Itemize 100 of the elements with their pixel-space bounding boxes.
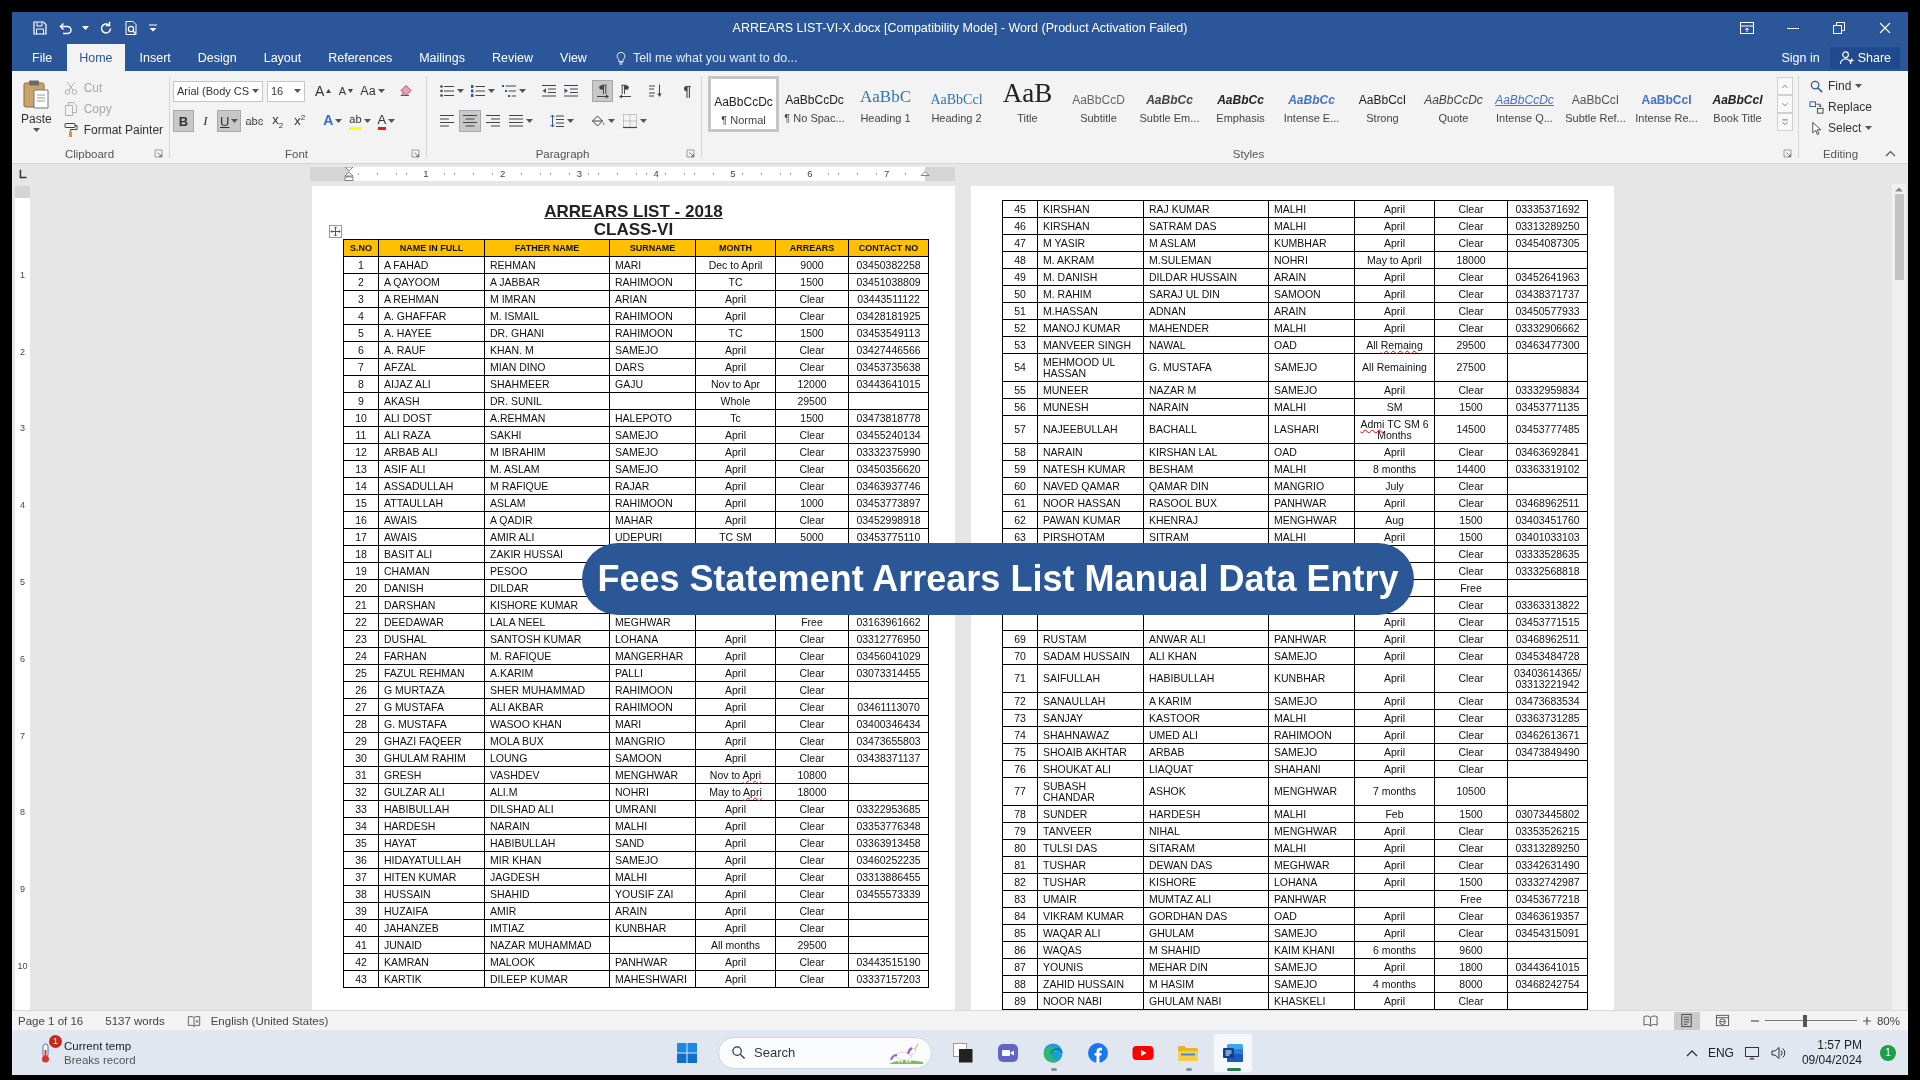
style-option[interactable]: AaBbC Heading 1	[850, 76, 921, 132]
copy-icon	[62, 101, 79, 117]
ribbon-tab[interactable]: File	[20, 44, 65, 71]
table-cell: RAHIMOON	[609, 324, 696, 342]
undo-icon[interactable]	[57, 20, 73, 36]
scroll-up-icon[interactable]	[1894, 186, 1904, 192]
left-to-right-button[interactable]	[591, 80, 614, 102]
table-cell: 3	[343, 290, 379, 308]
font-color-button[interactable]: A	[374, 110, 399, 132]
style-option[interactable]: AaBbCcI Strong	[1347, 76, 1418, 132]
share-button[interactable]: Share	[1829, 46, 1900, 69]
show-marks-button[interactable]: ¶	[676, 80, 698, 102]
style-option[interactable]: AaBbCc Subtle Em...	[1134, 76, 1205, 132]
text-effects-button[interactable]: A	[320, 110, 346, 132]
style-option[interactable]: AaBbCcDc ¶ No Spac...	[779, 76, 850, 132]
table-move-handle-icon[interactable]	[329, 225, 342, 238]
ribbon-tab[interactable]: Insert	[127, 44, 183, 71]
style-option[interactable]: AaBbCcl Book Title	[1702, 76, 1773, 132]
ribbon-display-options-icon[interactable]	[1739, 20, 1755, 36]
collapse-ribbon-icon[interactable]	[1885, 150, 1896, 157]
dialog-launcher-icon[interactable]	[411, 149, 420, 158]
find-button[interactable]: Find	[1806, 76, 1882, 96]
center-button[interactable]	[459, 110, 481, 132]
dialog-launcher-icon[interactable]	[154, 149, 163, 158]
taskbar-app-button[interactable]	[1213, 1032, 1253, 1073]
clock-date[interactable]: 09/04/2024	[1801, 1052, 1862, 1068]
highlight-button[interactable]: ab	[346, 110, 374, 132]
format-painter-button[interactable]: Format Painter	[58, 120, 168, 140]
search-field[interactable]: Search	[718, 1036, 932, 1069]
table-cell: SHAHNAWAZ	[1037, 726, 1144, 744]
ribbon-tab[interactable]: References	[316, 44, 405, 71]
chevron-up-icon[interactable]	[1685, 1048, 1698, 1057]
input-language[interactable]: ENG	[1707, 1045, 1734, 1060]
sign-in-link[interactable]: Sign in	[1781, 50, 1820, 65]
table-cell: GHULAM	[1143, 924, 1269, 942]
save-icon[interactable]	[32, 20, 48, 36]
view-button[interactable]	[1673, 1011, 1700, 1030]
style-option[interactable]: AaBbCc Emphasis	[1205, 76, 1276, 132]
style-option[interactable]: AaBbCcI Intense Re...	[1631, 76, 1702, 132]
table-cell: 03453771515	[1507, 613, 1588, 631]
font-family-field[interactable]: Arial (Body CS	[173, 80, 263, 102]
style-option[interactable]: AaBbCcDc Intense Q...	[1489, 76, 1560, 132]
print-preview-icon[interactable]	[123, 20, 139, 36]
bold-button[interactable]: B	[173, 110, 194, 132]
table-cell: M. ASLAM	[484, 460, 610, 478]
clock-time[interactable]: 1:57 PM	[1817, 1037, 1862, 1053]
caret-icon[interactable]	[82, 26, 89, 30]
style-option[interactable]: AaBbCcI Subtle Ref...	[1560, 76, 1631, 132]
change-case-button[interactable]: Aa	[357, 80, 388, 102]
shrink-font-button[interactable]: A	[335, 80, 357, 102]
zoom-in-icon[interactable]	[1861, 1015, 1872, 1026]
italic-button[interactable]: I	[195, 110, 216, 132]
table-cell: M. ISMAIL	[484, 307, 610, 325]
paste-button[interactable]: Paste	[20, 75, 53, 139]
table-cell: April	[1354, 285, 1435, 303]
table-cell: 03453735638	[848, 358, 929, 376]
dialog-launcher-icon[interactable]	[686, 149, 695, 158]
indent-marker-icon[interactable]	[344, 167, 354, 181]
style-option[interactable]: AaBbCcDc Quote	[1418, 76, 1489, 132]
dialog-launcher-icon[interactable]	[1783, 149, 1792, 158]
style-option[interactable]: AaBbCc Intense E...	[1276, 76, 1347, 132]
restore-icon[interactable]	[1831, 20, 1847, 36]
scrollbar-thumb[interactable]	[1894, 194, 1904, 280]
style-option[interactable]: AaBbCcl Heading 2	[921, 76, 992, 132]
word-count[interactable]: 5137 words	[105, 1014, 165, 1027]
tab-stop-icon[interactable]	[17, 168, 29, 180]
zoom-level[interactable]: 80%	[1876, 1014, 1900, 1027]
close-icon[interactable]	[1877, 20, 1893, 36]
style-option[interactable]: AaB Title	[992, 76, 1063, 132]
language-indicator[interactable]: English (United States)	[210, 1014, 329, 1027]
select-button[interactable]: Select	[1806, 118, 1882, 138]
monitor-icon[interactable]	[1743, 1044, 1760, 1061]
ribbon-tab[interactable]: Layout	[251, 44, 314, 71]
speaker-icon[interactable]	[1769, 1044, 1786, 1061]
ribbon-tab[interactable]: Home	[67, 44, 125, 71]
proofing-icon[interactable]	[186, 1013, 201, 1028]
replace-button[interactable]: Replace	[1806, 97, 1882, 117]
ribbon-tab[interactable]: Design	[185, 44, 249, 71]
style-option[interactable]: AaBbCcDc ¶ Normal	[708, 76, 779, 132]
subscript-button[interactable]: x$_{2}$	[267, 110, 289, 132]
horizontal-ruler[interactable]: 1 2 3 4 5 6 7	[310, 167, 955, 181]
redo-icon[interactable]	[98, 20, 114, 36]
ribbon-tab[interactable]: Review	[480, 44, 545, 71]
chevron-down-icon	[1781, 101, 1789, 107]
weather-title[interactable]: Current temp	[64, 1038, 132, 1053]
superscript-button[interactable]: x$^{2}$	[289, 110, 311, 132]
underline-button[interactable]: U	[217, 110, 242, 132]
vertical-scrollbar[interactable]	[1892, 184, 1906, 1010]
table-cell: Clear	[1434, 743, 1508, 761]
ribbon-tab[interactable]: View	[548, 44, 599, 71]
grow-font-button[interactable]: A	[312, 80, 335, 102]
tell-me-field[interactable]: Tell me what you want to do...	[613, 46, 804, 69]
eraser-icon[interactable]	[397, 83, 414, 99]
zoom-slider-thumb[interactable]	[1802, 1014, 1807, 1027]
font-size-field[interactable]: 16	[267, 80, 305, 102]
style-option[interactable]: AaBbCcD Subtitle	[1063, 76, 1134, 132]
ribbon-tab[interactable]: Mailings	[407, 44, 477, 71]
page-count[interactable]: Page 1 of 16	[18, 1014, 84, 1027]
table-cell: 42	[343, 953, 379, 971]
table-cell: 78	[1002, 805, 1038, 823]
